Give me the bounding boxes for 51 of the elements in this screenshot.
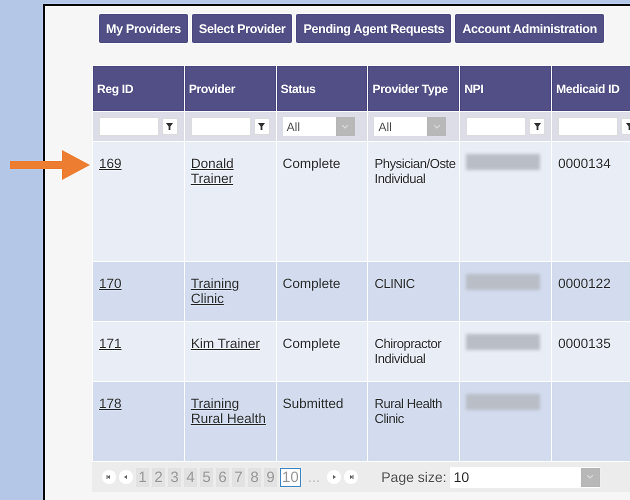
filter-button[interactable] [529, 118, 546, 135]
column-header: NPI [460, 66, 552, 112]
status-text: Complete [282, 336, 340, 351]
reg-id-link[interactable]: 169 [99, 156, 122, 171]
filter-icon [258, 123, 266, 130]
medicaid-id-text: 0000135 [558, 336, 611, 351]
previous-page-icon [123, 474, 129, 480]
column-header: Reg ID [92, 66, 184, 112]
provider-type-text: Rural Health Clinic [374, 396, 443, 426]
provider-link[interactable]: Kim Trainer [190, 336, 260, 351]
reg-id-link[interactable]: 171 [99, 336, 122, 351]
column-header: Provider [184, 66, 276, 112]
previous-page-button[interactable] [119, 470, 133, 484]
next-page-button[interactable] [327, 470, 342, 484]
filter-button[interactable] [254, 118, 270, 135]
provider-type-text: Chiropractor Individual [374, 336, 442, 366]
last-page-button[interactable] [344, 470, 358, 484]
page-size-label: Page size: [381, 469, 447, 485]
filter-field[interactable] [99, 117, 159, 136]
filter-field[interactable] [190, 117, 251, 136]
nav-button[interactable]: Account Administration [455, 14, 604, 43]
nav-button[interactable]: Pending Agent Requests [296, 14, 452, 43]
next-page-icon [331, 474, 338, 480]
column-header: Provider Type [368, 66, 460, 112]
first-page-button[interactable] [102, 470, 116, 484]
reg-id-link[interactable]: 178 [99, 396, 122, 411]
page-size-dropdown[interactable]: 10 [450, 466, 600, 488]
status-text: Complete [282, 276, 340, 291]
filter-field[interactable] [466, 117, 526, 136]
column-header: Medicaid ID [552, 66, 630, 112]
filter-icon [534, 123, 541, 130]
reg-id-link[interactable]: 170 [99, 276, 122, 291]
caret-icon [587, 475, 594, 479]
status-text: Complete [282, 156, 340, 171]
filter-button[interactable] [162, 118, 178, 135]
provider-type-text: Physician/Oste Individual [374, 156, 457, 186]
filter-dropdown[interactable]: All [374, 117, 446, 136]
filter-dropdown[interactable]: All [282, 117, 355, 136]
column-header: Status [276, 66, 368, 112]
caret-icon [434, 124, 440, 128]
last-page-icon [348, 474, 354, 480]
status-text: Submitted [282, 396, 344, 411]
medicaid-id-text: 0000134 [558, 156, 611, 171]
medicaid-id-text: 0000122 [558, 276, 611, 291]
filter-icon [166, 123, 174, 130]
nav-button[interactable]: My Providers [99, 14, 188, 43]
provider-type-text: CLINIC [374, 276, 416, 291]
nav-button[interactable]: Select Provider [192, 14, 292, 43]
filter-field[interactable] [558, 117, 618, 136]
first-page-icon [106, 474, 112, 480]
caret-icon [342, 124, 348, 128]
